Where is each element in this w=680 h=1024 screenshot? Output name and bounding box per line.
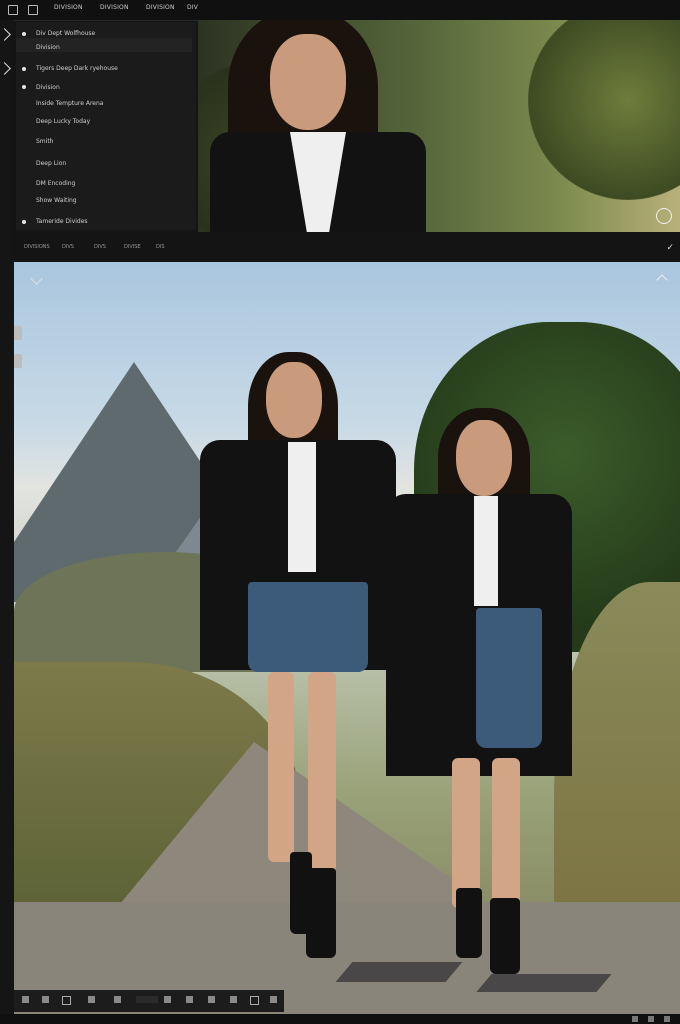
tool-icon[interactable]	[62, 996, 71, 1005]
panel-item-4[interactable]: Division	[36, 84, 60, 91]
bullet-icon	[22, 67, 26, 71]
main-canvas-image	[14, 262, 680, 1014]
tool-icon[interactable]	[42, 996, 49, 1003]
tool-icon[interactable]	[208, 996, 215, 1003]
tool-icon[interactable]	[164, 996, 171, 1003]
chevron-right-icon[interactable]	[0, 62, 11, 75]
panel-item-9[interactable]: DM Encoding	[36, 180, 75, 187]
tool-icon[interactable]	[270, 996, 277, 1003]
resize-handle[interactable]	[14, 326, 22, 340]
resize-handle[interactable]	[14, 354, 22, 368]
tab-1[interactable]: DIVISION	[54, 4, 83, 11]
chevron-right-icon[interactable]	[0, 28, 11, 41]
tool-icon[interactable]	[250, 996, 259, 1005]
mid-tab-5[interactable]: DIS	[156, 244, 165, 250]
panel-item-6[interactable]: Deep Lucky Today	[36, 118, 90, 125]
bullet-icon	[22, 32, 26, 36]
status-icon[interactable]	[664, 1016, 670, 1022]
tab-4[interactable]: DIV	[187, 4, 198, 11]
shadow	[335, 962, 463, 982]
tool-icon[interactable]	[88, 996, 95, 1003]
status-bar	[0, 1014, 680, 1024]
status-icon[interactable]	[648, 1016, 654, 1022]
mid-tab-4[interactable]: DIVISE	[124, 244, 141, 250]
panel-item-11[interactable]: Tameride Divides	[36, 218, 88, 225]
panel-item-3[interactable]: Tigers Deep Dark ryehouse	[36, 65, 118, 72]
tool-icon[interactable]	[186, 996, 193, 1003]
tab-3[interactable]: DIVISION	[146, 4, 175, 11]
chevron-up-icon[interactable]	[656, 274, 668, 286]
tool-icon[interactable]	[230, 996, 237, 1003]
bullet-icon	[22, 85, 26, 89]
circle-icon[interactable]	[656, 208, 672, 224]
top-toolbar: DIVISION DIVISION DIVISION DIV	[0, 0, 680, 21]
layer-panel: Div Dept Wolfhouse Division Tigers Deep …	[16, 22, 196, 230]
panel-item-8[interactable]: Deep Lion	[36, 160, 66, 167]
check-icon[interactable]: ✓	[666, 243, 674, 253]
mid-tab-2[interactable]: DIVS	[62, 244, 74, 250]
tool-icon[interactable]	[136, 996, 158, 1003]
tree-foliage	[528, 20, 680, 200]
canvas-toolbar	[14, 990, 284, 1012]
tool-icon[interactable]	[114, 996, 121, 1003]
tool-icon[interactable]	[22, 996, 29, 1003]
shadow	[476, 974, 612, 992]
left-rail	[0, 20, 14, 1024]
layout-icon[interactable]	[28, 5, 38, 15]
status-icon[interactable]	[632, 1016, 638, 1022]
panel-item-2[interactable]: Division	[36, 44, 60, 51]
preview-image	[198, 20, 680, 232]
bullet-icon	[22, 220, 26, 224]
panel-item-1[interactable]: Div Dept Wolfhouse	[36, 30, 95, 37]
panel-item-10[interactable]: Show Waiting	[36, 197, 77, 204]
panel-item-7[interactable]: Smith	[36, 138, 53, 145]
tab-2[interactable]: DIVISION	[100, 4, 129, 11]
mid-tab-1[interactable]: DIVISIONS	[24, 244, 50, 250]
secondary-toolbar: DIVISIONS DIVS DIVS DIVISE DIS ✓	[16, 234, 680, 260]
mid-tab-3[interactable]: DIVS	[94, 244, 106, 250]
chevron-left-icon[interactable]	[30, 272, 43, 285]
menu-icon[interactable]	[8, 5, 18, 15]
panel-item-5[interactable]: Inside Tempture Arena	[36, 100, 103, 107]
